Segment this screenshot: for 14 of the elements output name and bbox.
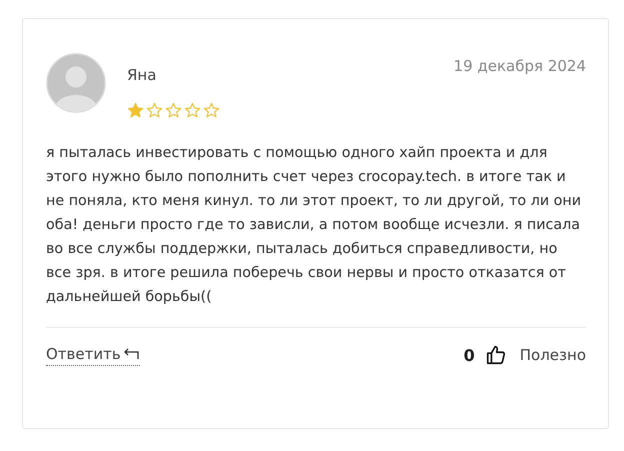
author-name: Яна: [127, 66, 158, 84]
empty-star-icon: [146, 102, 163, 119]
empty-star-icon: [184, 102, 201, 119]
reply-arrow-icon: [124, 346, 140, 360]
reply-link[interactable]: Ответить: [46, 344, 140, 366]
review-text: я пыталась инвестировать с помощью одного хайп проекта и для этого нужно было пополнить счет через crocopay.tech. в итоге так и не поняла, кто меня кинул. то ли этот проект, то ли другой, то ли они оба! деньги просто где то зависли, а потом вообще исчезли. я писала во все службы поддержки, пыталась добиться справедливости, но все зря. в итоге решила поберечь свои нервы и просто отказатся от дальнейшей борьбы((: [46, 144, 582, 307]
review-date: 19 декабря 2024: [454, 57, 586, 75]
empty-star-icon: [165, 102, 182, 119]
filled-star-icon: [127, 102, 144, 119]
empty-star-icon: [203, 102, 220, 119]
helpful-button[interactable]: Полезно: [520, 346, 586, 364]
avatar-icon: [46, 53, 106, 113]
thumbs-up-icon[interactable]: [484, 344, 507, 366]
like-count: 0: [464, 346, 475, 364]
